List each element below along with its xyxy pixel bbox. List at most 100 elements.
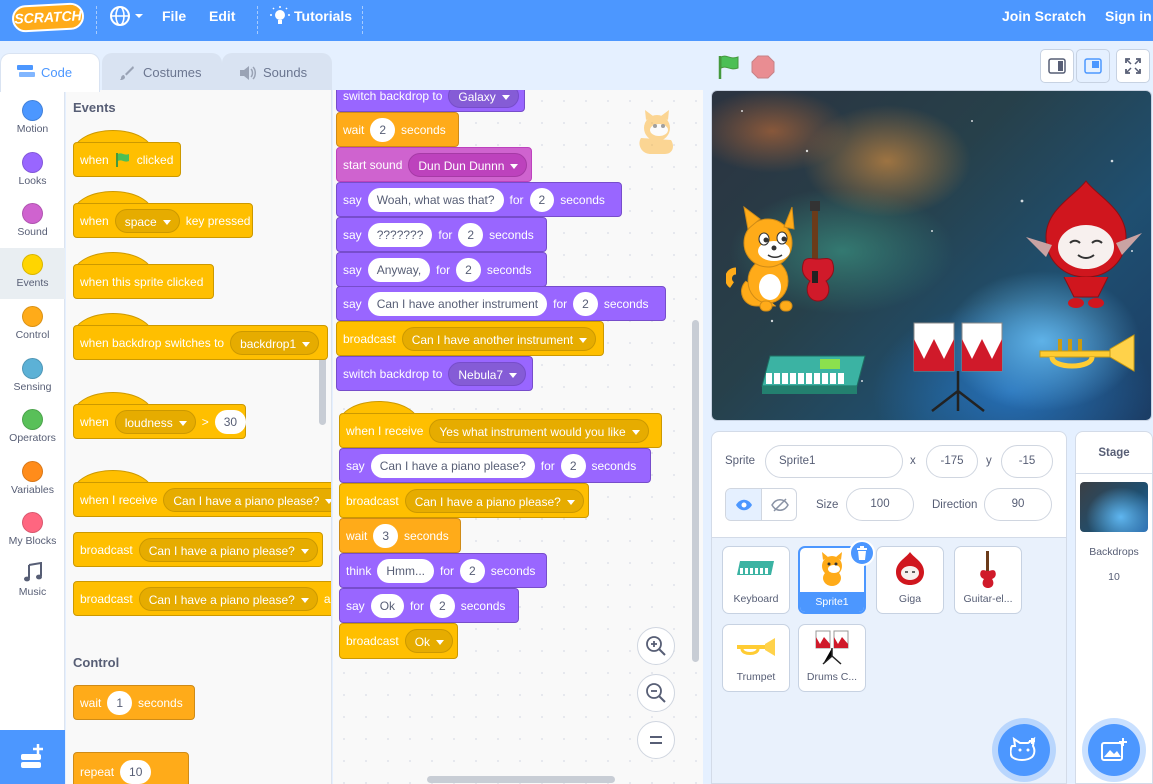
- language-menu[interactable]: [108, 0, 144, 41]
- when-i-receive-block[interactable]: when I receive Can I have a piano please…: [73, 482, 331, 517]
- when-loudness-block[interactable]: when loudness > 30: [73, 404, 247, 439]
- wait-block[interactable]: wait 3 seconds: [339, 518, 461, 553]
- secs-input[interactable]: 2: [430, 593, 455, 618]
- zoom-reset-button[interactable]: [637, 721, 675, 759]
- category-sound[interactable]: Sound: [0, 197, 65, 248]
- category-variables[interactable]: Variables: [0, 455, 65, 506]
- wait-input[interactable]: 2: [370, 117, 396, 142]
- think-for-block[interactable]: think Hmm... for 2 seconds: [339, 553, 547, 588]
- category-music[interactable]: Music: [0, 558, 65, 609]
- category-sensing[interactable]: Sensing: [0, 352, 65, 403]
- sprite-tile-trumpet[interactable]: Trumpet: [722, 624, 790, 692]
- script-area[interactable]: switch backdrop to Galaxy wait 2 seconds…: [333, 90, 703, 784]
- fullscreen-button[interactable]: [1116, 49, 1150, 83]
- backdrop-dropdown[interactable]: Nebula7: [448, 361, 527, 386]
- message-dropdown[interactable]: Yes what instrument would you like: [429, 418, 649, 443]
- say-for-block[interactable]: say Ok for 2 seconds: [339, 588, 519, 623]
- normal-stage-button[interactable]: [1076, 49, 1110, 83]
- choose-backdrop-button[interactable]: [1088, 724, 1140, 776]
- tab-sounds[interactable]: Sounds: [222, 53, 332, 90]
- broadcast-block[interactable]: broadcast Can I have another instrument: [336, 321, 604, 356]
- wait-input[interactable]: 1: [107, 690, 133, 715]
- secs-input[interactable]: 2: [456, 257, 481, 282]
- backdrop-dropdown[interactable]: Galaxy: [448, 90, 519, 108]
- think-input[interactable]: Hmm...: [377, 558, 435, 583]
- when-key-pressed-block[interactable]: when space key pressed: [73, 203, 253, 238]
- loudness-dropdown[interactable]: loudness: [114, 409, 196, 434]
- zoom-in-button[interactable]: [637, 627, 675, 665]
- secs-input[interactable]: 2: [458, 222, 484, 247]
- loudness-input[interactable]: 30: [214, 409, 247, 434]
- tutorials-button[interactable]: Tutorials: [270, 0, 352, 41]
- green-flag-icon[interactable]: [716, 54, 742, 80]
- keyboard-sprite[interactable]: [760, 351, 870, 396]
- wait-block[interactable]: wait 1 seconds: [73, 685, 195, 720]
- sprite-tile-guitar[interactable]: Guitar-el...: [954, 546, 1022, 614]
- message-dropdown[interactable]: Can I have a piano please?: [404, 488, 584, 513]
- sprite-tile-drums[interactable]: Drums C...: [798, 624, 866, 692]
- category-events[interactable]: Events: [0, 248, 65, 299]
- join-scratch-link[interactable]: Join Scratch: [1002, 0, 1086, 41]
- y-input[interactable]: -15: [1001, 445, 1053, 478]
- say-input[interactable]: Can I have a piano please?: [370, 453, 535, 478]
- wait-block[interactable]: wait 2 seconds: [336, 112, 459, 147]
- sprite-name-input[interactable]: Sprite1: [765, 445, 903, 478]
- category-motion[interactable]: Motion: [0, 94, 65, 145]
- show-sprite-button[interactable]: [726, 489, 762, 520]
- say-for-block[interactable]: say Can I have another instrument for 2 …: [336, 286, 666, 321]
- category-control[interactable]: Control: [0, 300, 65, 351]
- secs-input[interactable]: 2: [529, 187, 555, 212]
- sprite-tile-keyboard[interactable]: Keyboard: [722, 546, 790, 614]
- backdrop-dropdown[interactable]: backdrop1: [230, 330, 320, 355]
- broadcast-block[interactable]: broadcast Can I have a piano please?: [339, 483, 589, 518]
- secs-input[interactable]: 2: [560, 453, 586, 478]
- when-sprite-clicked-block[interactable]: when this sprite clicked: [73, 264, 214, 299]
- say-input[interactable]: Woah, what was that?: [367, 187, 504, 212]
- switch-backdrop-block[interactable]: switch backdrop to Nebula7: [336, 356, 533, 391]
- add-extension-button[interactable]: [0, 730, 65, 784]
- stop-icon[interactable]: [751, 55, 775, 79]
- sign-in-link[interactable]: Sign in: [1105, 0, 1152, 41]
- say-input[interactable]: Can I have another instrument: [367, 291, 548, 316]
- broadcast-block[interactable]: broadcast Can I have a piano please?: [73, 532, 323, 567]
- small-stage-button[interactable]: [1040, 49, 1074, 83]
- hide-sprite-button[interactable]: [762, 489, 796, 520]
- category-operators[interactable]: Operators: [0, 403, 65, 454]
- file-menu[interactable]: File: [162, 0, 186, 41]
- sound-dropdown[interactable]: Dun Dun Dunnn: [408, 152, 528, 177]
- script-vertical-scrollbar[interactable]: [692, 320, 699, 662]
- scratch-logo[interactable]: SCRATCH: [11, 2, 85, 33]
- say-for-block[interactable]: say ??????? for 2 seconds: [336, 217, 547, 252]
- when-flag-clicked-block[interactable]: when clicked: [73, 142, 181, 177]
- choose-sprite-button[interactable]: [998, 724, 1050, 776]
- x-input[interactable]: -175: [926, 445, 978, 478]
- key-dropdown[interactable]: space: [114, 208, 180, 233]
- zoom-out-button[interactable]: [637, 674, 675, 712]
- broadcast-and-wait-block[interactable]: broadcast Can I have a piano please? an: [73, 581, 331, 616]
- say-input[interactable]: ???????: [367, 222, 433, 247]
- tab-code[interactable]: Code: [0, 53, 100, 92]
- secs-input[interactable]: 2: [460, 558, 485, 583]
- start-sound-block[interactable]: start sound Dun Dun Dunnn: [336, 147, 532, 182]
- repeat-input[interactable]: 10: [120, 760, 152, 784]
- secs-input[interactable]: 2: [573, 291, 598, 316]
- message-dropdown[interactable]: Can I have another instrument: [401, 326, 597, 351]
- wait-input[interactable]: 3: [373, 523, 399, 548]
- sprite-tile-giga[interactable]: Giga: [876, 546, 944, 614]
- stage-canvas[interactable]: [711, 90, 1152, 421]
- message-dropdown[interactable]: Can I have a piano please?: [138, 537, 318, 562]
- broadcast-block[interactable]: broadcast Ok: [339, 623, 458, 659]
- edit-menu[interactable]: Edit: [209, 0, 235, 41]
- cat-sprite[interactable]: [726, 201, 836, 321]
- say-for-block[interactable]: say Can I have a piano please? for 2 sec…: [339, 448, 651, 483]
- trumpet-sprite[interactable]: [1038, 331, 1138, 376]
- say-input[interactable]: Ok: [370, 593, 405, 618]
- category-looks[interactable]: Looks: [0, 146, 65, 197]
- message-dropdown[interactable]: Can I have a piano please?: [163, 487, 331, 512]
- size-input[interactable]: 100: [846, 488, 914, 521]
- giga-sprite[interactable]: [1024, 177, 1144, 312]
- when-i-receive-block[interactable]: when I receive Yes what instrument would…: [339, 413, 662, 448]
- direction-input[interactable]: 90: [984, 488, 1052, 521]
- say-for-block[interactable]: say Anyway, for 2 seconds: [336, 252, 547, 287]
- say-input[interactable]: Anyway,: [367, 257, 431, 282]
